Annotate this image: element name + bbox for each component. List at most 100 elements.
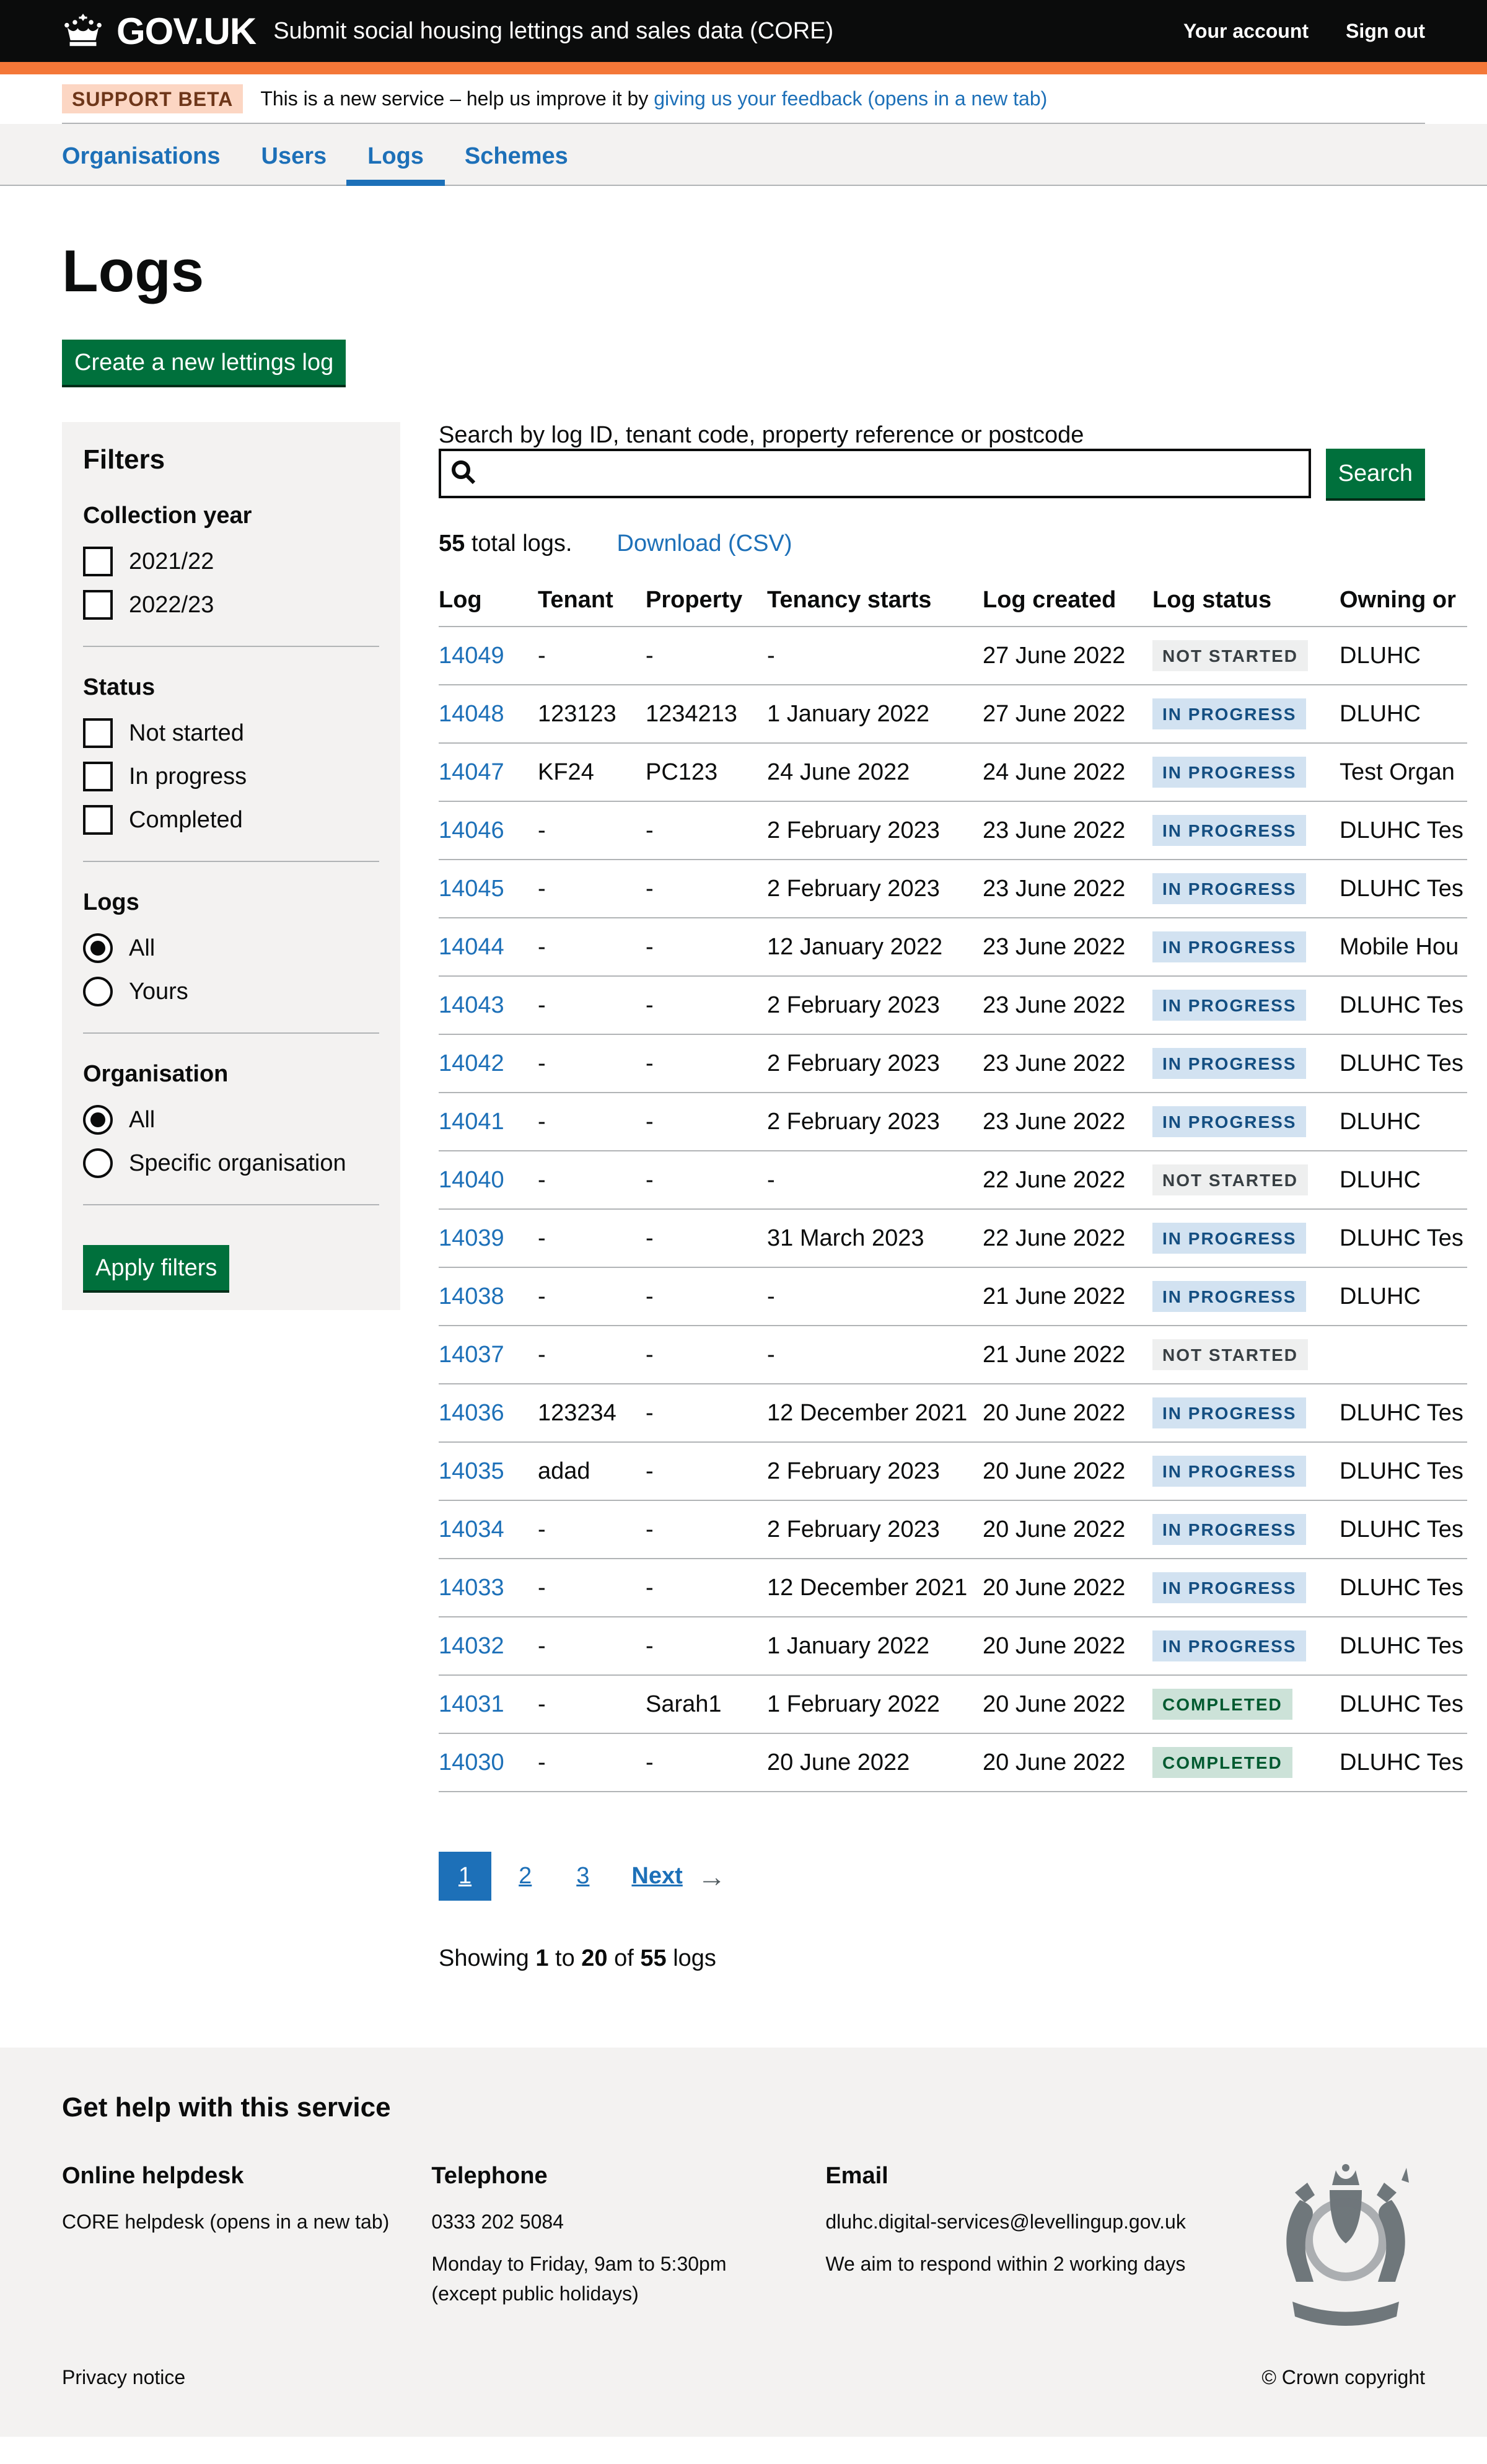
results-summary: 55 total logs. Download (CSV) [439,530,1425,557]
checkbox-control[interactable] [83,590,113,620]
log-link-14034[interactable]: 14034 [439,1516,504,1542]
checkbox-control[interactable] [83,547,113,576]
cell-owning-organisation: Mobile Hou [1340,918,1467,976]
privacy-notice-link[interactable]: Privacy notice [62,2366,185,2389]
feedback-link[interactable]: giving us your feedback (opens in a new … [654,87,1047,110]
status-badge: IN PROGRESS [1152,1281,1306,1312]
log-link-14036[interactable]: 14036 [439,1400,504,1426]
cell-tenancy-starts: 12 December 2021 [767,1559,983,1617]
cell-property: - [646,1384,767,1442]
log-link-14041[interactable]: 14041 [439,1109,504,1135]
log-link-14039[interactable]: 14039 [439,1225,504,1251]
log-link-14035[interactable]: 14035 [439,1458,504,1484]
radio-control[interactable] [83,1148,113,1178]
footer-heading: Get help with this service [62,2092,1425,2123]
core-helpdesk-link[interactable]: CORE helpdesk (opens in a new tab) [62,2211,389,2233]
cell-log-status: COMPLETED [1152,1675,1340,1733]
download-csv-link[interactable]: Download (CSV) [617,530,792,557]
cell-property: - [646,1267,767,1326]
log-link-14030[interactable]: 14030 [439,1749,504,1775]
nav-item-organisations[interactable]: Organisations [62,124,221,186]
cell-tenancy-starts: - [767,1326,983,1384]
log-link-14038[interactable]: 14038 [439,1283,504,1309]
radio-option-specific-organisation[interactable]: Specific organisation [83,1148,379,1178]
nav-item-logs[interactable]: Logs [346,124,445,186]
status-badge: IN PROGRESS [1152,815,1306,846]
cell-property: - [646,1559,767,1617]
checkbox-option-in-progress[interactable]: In progress [83,762,379,791]
option-label: 2022/23 [129,592,214,618]
radio-option-yours[interactable]: Yours [83,977,379,1006]
pagination-page-2[interactable]: 2 [501,1852,549,1901]
cell-log-status: IN PROGRESS [1152,918,1340,976]
checkbox-option-2021-22[interactable]: 2021/22 [83,547,379,576]
radio-option-all[interactable]: All [83,933,379,963]
status-badge: IN PROGRESS [1152,1106,1306,1137]
footer-email-column: Email dluhc.digital-services@levellingup… [825,2163,1266,2329]
cell-tenant: - [538,801,646,860]
govuk-logotype[interactable]: GOV.UK [116,10,256,53]
cell-log-created: 24 June 2022 [983,743,1152,801]
radio-control[interactable] [83,1105,113,1135]
cell-tenant: - [538,976,646,1034]
cell-owning-organisation: DLUHC Tes [1340,801,1467,860]
log-link-14042[interactable]: 14042 [439,1050,504,1076]
nav-item-schemes[interactable]: Schemes [465,124,568,186]
checkbox-option-not-started[interactable]: Not started [83,718,379,748]
col-header-log-created: Log created [983,570,1152,627]
apply-filters-button[interactable]: Apply filters [83,1245,229,1290]
pagination-next-link[interactable]: Next [631,1863,682,1890]
log-link-14032[interactable]: 14032 [439,1633,504,1659]
cell-log-status: NOT STARTED [1152,627,1340,685]
log-link-14033[interactable]: 14033 [439,1575,504,1601]
cell-tenant: - [538,1559,646,1617]
filter-group-collection-year: Collection year2021/222022/23 [83,503,379,620]
helpdesk-title: Online helpdesk [62,2163,431,2189]
table-row-log-14047: 14047KF24PC12324 June 202224 June 2022IN… [439,743,1467,801]
log-link-14049[interactable]: 14049 [439,643,504,669]
checkbox-option-completed[interactable]: Completed [83,805,379,835]
log-link-14031[interactable]: 14031 [439,1691,504,1717]
search-input[interactable] [439,449,1311,498]
status-badge: NOT STARTED [1152,1339,1308,1370]
main-content: Logs Create a new lettings log Filters C… [62,240,1425,1995]
crown-copyright-link[interactable]: © Crown copyright [1261,2366,1425,2389]
cell-owning-organisation: Test Organ [1340,743,1467,801]
cell-log-id: 14049 [439,627,538,685]
status-badge: IN PROGRESS [1152,1630,1306,1661]
showing-total: 55 [640,1945,666,1971]
radio-control[interactable] [83,977,113,1006]
log-link-14045[interactable]: 14045 [439,876,504,902]
cell-log-created: 20 June 2022 [983,1675,1152,1733]
sign-out-link[interactable]: Sign out [1346,20,1425,43]
search-button[interactable]: Search [1326,449,1425,498]
log-link-14044[interactable]: 14044 [439,934,504,960]
nav-item-users[interactable]: Users [261,124,327,186]
radio-control[interactable] [83,933,113,963]
cell-log-created: 23 June 2022 [983,1034,1152,1093]
cell-property: - [646,860,767,918]
log-link-14047[interactable]: 14047 [439,759,504,785]
log-link-14046[interactable]: 14046 [439,817,504,843]
cell-log-created: 20 June 2022 [983,1442,1152,1500]
log-link-14043[interactable]: 14043 [439,992,504,1018]
create-lettings-log-button[interactable]: Create a new lettings log [62,340,346,385]
checkbox-option-2022-23[interactable]: 2022/23 [83,590,379,620]
search-box [439,449,1311,498]
log-link-14048[interactable]: 14048 [439,701,504,727]
cell-property: - [646,976,767,1034]
pagination-page-1[interactable]: 1 [439,1852,491,1901]
footer-columns: Online helpdesk CORE helpdesk (opens in … [62,2163,1425,2329]
checkbox-control[interactable] [83,762,113,791]
service-name-link[interactable]: Submit social housing lettings and sales… [273,18,833,45]
your-account-link[interactable]: Your account [1183,20,1309,43]
checkbox-control[interactable] [83,718,113,748]
checkbox-control[interactable] [83,805,113,835]
email-link[interactable]: dluhc.digital-services@levellingup.gov.u… [825,2211,1186,2233]
cell-owning-organisation: DLUHC Tes [1340,1442,1467,1500]
log-link-14040[interactable]: 14040 [439,1167,504,1193]
radio-option-all[interactable]: All [83,1105,379,1135]
total-logs-count: 55 [439,530,465,557]
log-link-14037[interactable]: 14037 [439,1342,504,1368]
pagination-page-3[interactable]: 3 [559,1852,607,1901]
